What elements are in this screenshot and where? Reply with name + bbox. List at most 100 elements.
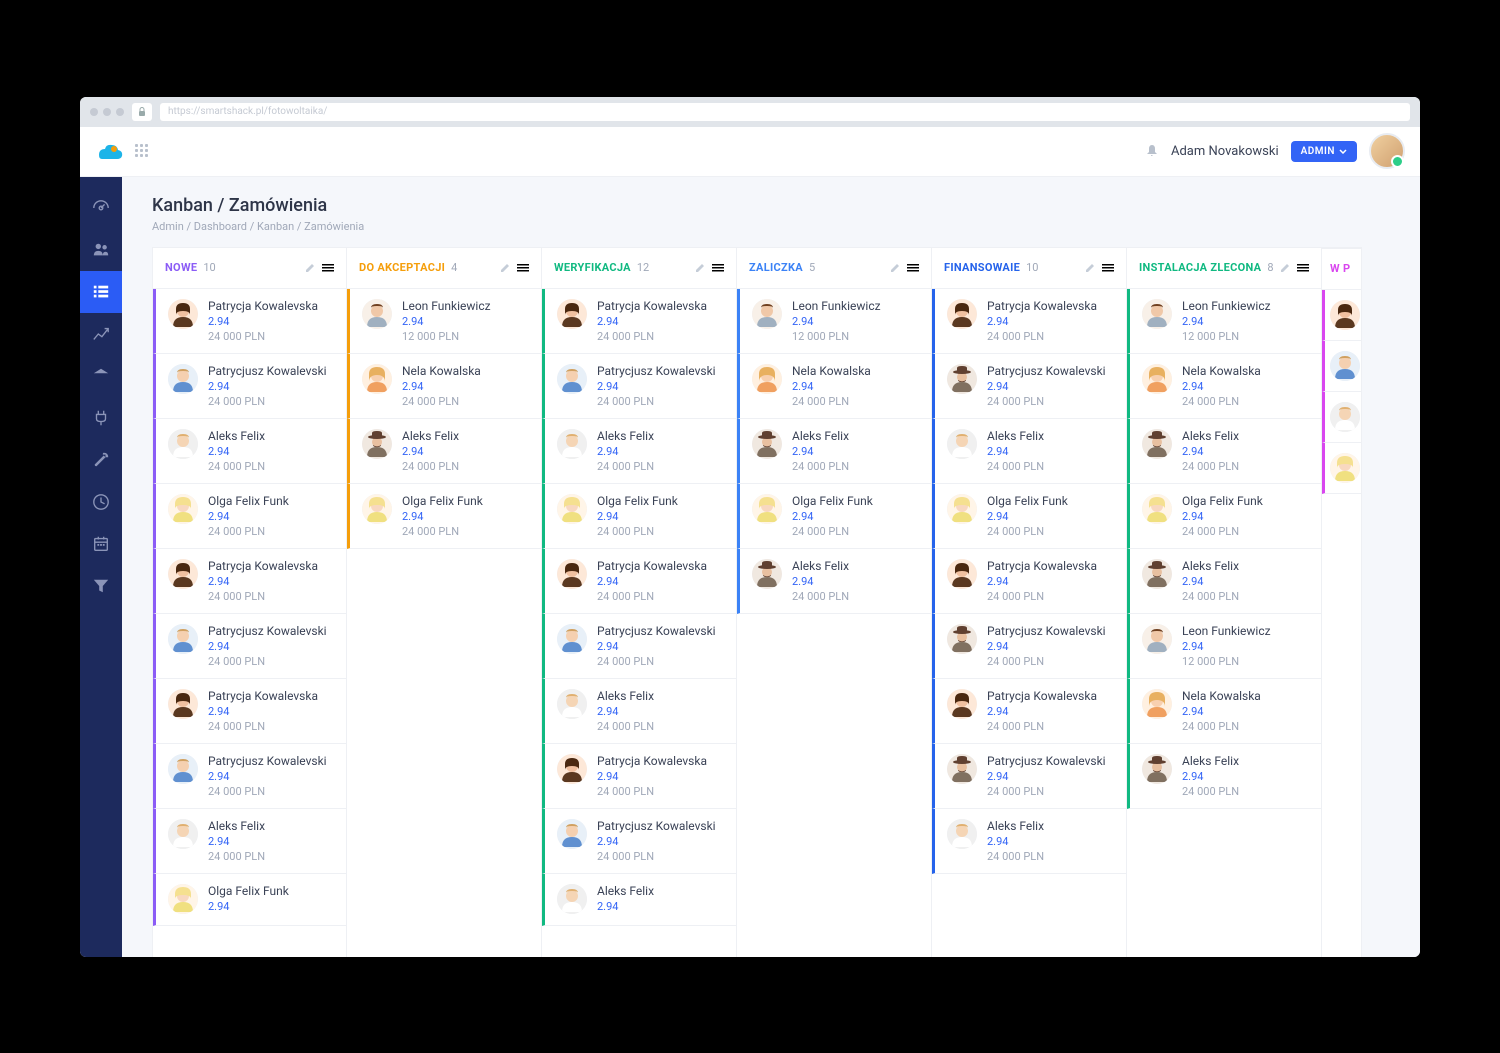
column-cards: Leon Funkiewicz 2.94 12 000 PLN Nela Kow… bbox=[1127, 289, 1321, 957]
kanban-card[interactable]: Patrycjusz Kowalevski 2.94 24 000 PLN bbox=[542, 809, 736, 874]
card-amount: 24 000 PLN bbox=[987, 850, 1114, 863]
kanban-card[interactable]: Olga Felix Funk 2.94 24 000 PLN bbox=[737, 484, 931, 549]
sidebar-item-bank[interactable] bbox=[80, 355, 122, 397]
sidebar-item-filter[interactable] bbox=[80, 565, 122, 607]
card-name: Patrycjusz Kowalevski bbox=[987, 364, 1114, 378]
column-title: WERYFIKACJA bbox=[554, 261, 631, 274]
kanban-card[interactable]: Aleks Felix 2.94 24 000 PLN bbox=[1127, 549, 1321, 614]
card-avatar bbox=[1142, 429, 1172, 459]
kanban-card[interactable]: Patrycjusz Kowalevski 2.94 24 000 PLN bbox=[153, 744, 346, 809]
edit-icon[interactable] bbox=[1084, 262, 1096, 274]
kanban-card[interactable]: Patrycjusz Kowalevski 2.94 24 000 PLN bbox=[153, 614, 346, 679]
kanban-card[interactable]: Olga Felix Funk 2.94 bbox=[153, 874, 346, 926]
kanban-card[interactable]: Patrycjusz Kowalevski 2.94 24 000 PLN bbox=[542, 614, 736, 679]
kanban-card[interactable]: Patrycja Kowalevska 2.94 24 000 PLN bbox=[932, 289, 1126, 354]
breadcrumb-item[interactable]: Admin bbox=[152, 220, 184, 233]
kanban-card[interactable] bbox=[1322, 341, 1361, 392]
card-metric: 2.94 bbox=[597, 705, 724, 718]
card-metric: 2.94 bbox=[987, 835, 1114, 848]
card-avatar bbox=[557, 364, 587, 394]
menu-icon[interactable] bbox=[517, 262, 529, 274]
kanban-card[interactable]: Aleks Felix 2.94 24 000 PLN bbox=[542, 679, 736, 744]
card-amount: 24 000 PLN bbox=[597, 720, 724, 733]
kanban-card[interactable]: Aleks Felix 2.94 24 000 PLN bbox=[737, 549, 931, 614]
menu-icon[interactable] bbox=[907, 262, 919, 274]
card-metric: 2.94 bbox=[208, 380, 334, 393]
bell-icon[interactable] bbox=[1145, 144, 1159, 158]
menu-icon[interactable] bbox=[1297, 262, 1309, 274]
edit-icon[interactable] bbox=[499, 262, 511, 274]
edit-icon[interactable] bbox=[304, 262, 316, 274]
kanban-card[interactable]: Nela Kowalska 2.94 24 000 PLN bbox=[737, 354, 931, 419]
kanban-card[interactable]: Olga Felix Funk 2.94 24 000 PLN bbox=[347, 484, 541, 549]
sidebar-item-plug[interactable] bbox=[80, 397, 122, 439]
menu-icon[interactable] bbox=[712, 262, 724, 274]
kanban-card[interactable]: Patrycja Kowalevska 2.94 24 000 PLN bbox=[153, 289, 346, 354]
sidebar-item-chart[interactable] bbox=[80, 313, 122, 355]
kanban-card[interactable]: Aleks Felix 2.94 24 000 PLN bbox=[737, 419, 931, 484]
kanban-card[interactable]: Patrycja Kowalevska 2.94 24 000 PLN bbox=[153, 679, 346, 744]
kanban-card[interactable]: Aleks Felix 2.94 24 000 PLN bbox=[1127, 419, 1321, 484]
sidebar-item-dashboard[interactable] bbox=[80, 187, 122, 229]
kanban-card[interactable]: Olga Felix Funk 2.94 24 000 PLN bbox=[932, 484, 1126, 549]
kanban-card[interactable]: Patrycja Kowalevska 2.94 24 000 PLN bbox=[153, 549, 346, 614]
kanban-card[interactable]: Patrycja Kowalevska 2.94 24 000 PLN bbox=[542, 289, 736, 354]
kanban-card[interactable]: Patrycja Kowalevska 2.94 24 000 PLN bbox=[542, 744, 736, 809]
kanban-card[interactable]: Aleks Felix 2.94 24 000 PLN bbox=[932, 419, 1126, 484]
kanban-card[interactable] bbox=[1322, 443, 1361, 494]
admin-role-button[interactable]: ADMIN bbox=[1291, 141, 1357, 162]
edit-icon[interactable] bbox=[694, 262, 706, 274]
kanban-card[interactable]: Aleks Felix 2.94 bbox=[542, 874, 736, 926]
kanban-card[interactable]: Patrycja Kowalevska 2.94 24 000 PLN bbox=[542, 549, 736, 614]
kanban-card[interactable] bbox=[1322, 392, 1361, 443]
kanban-card[interactable]: Aleks Felix 2.94 24 000 PLN bbox=[153, 809, 346, 874]
card-name: Nela Kowalska bbox=[792, 364, 919, 378]
sidebar-item-list[interactable] bbox=[80, 271, 122, 313]
kanban-card[interactable]: Patrycjusz Kowalevski 2.94 24 000 PLN bbox=[932, 614, 1126, 679]
app-logo[interactable] bbox=[95, 141, 123, 161]
kanban-card[interactable]: Patrycjusz Kowalevski 2.94 24 000 PLN bbox=[153, 354, 346, 419]
card-avatar bbox=[168, 364, 198, 394]
kanban-card[interactable]: Olga Felix Funk 2.94 24 000 PLN bbox=[1127, 484, 1321, 549]
menu-icon[interactable] bbox=[322, 262, 334, 274]
kanban-card[interactable]: Olga Felix Funk 2.94 24 000 PLN bbox=[542, 484, 736, 549]
kanban-card[interactable]: Leon Funkiewicz 2.94 12 000 PLN bbox=[1127, 614, 1321, 679]
sidebar-item-calendar[interactable] bbox=[80, 523, 122, 565]
kanban-card[interactable]: Patrycjusz Kowalevski 2.94 24 000 PLN bbox=[542, 354, 736, 419]
kanban-card[interactable]: Olga Felix Funk 2.94 24 000 PLN bbox=[153, 484, 346, 549]
kanban-card[interactable]: Aleks Felix 2.94 24 000 PLN bbox=[347, 419, 541, 484]
edit-icon[interactable] bbox=[1279, 262, 1291, 274]
kanban-card[interactable]: Aleks Felix 2.94 24 000 PLN bbox=[153, 419, 346, 484]
kanban-card[interactable]: Aleks Felix 2.94 24 000 PLN bbox=[1127, 744, 1321, 809]
breadcrumb-item[interactable]: Kanban / Zamówienia bbox=[257, 220, 364, 233]
kanban-card[interactable]: Nela Kowalska 2.94 24 000 PLN bbox=[1127, 354, 1321, 419]
kanban-card[interactable]: Leon Funkiewicz 2.94 12 000 PLN bbox=[347, 289, 541, 354]
kanban-column: WERYFIKACJA12 Patrycja Kowalevska 2.94 2… bbox=[542, 247, 737, 957]
card-amount: 24 000 PLN bbox=[792, 395, 919, 408]
apps-grid-icon[interactable] bbox=[135, 144, 149, 158]
sidebar-item-clock[interactable] bbox=[80, 481, 122, 523]
column-title: DO AKCEPTACJI bbox=[359, 261, 445, 274]
menu-icon[interactable] bbox=[1102, 262, 1114, 274]
card-avatar bbox=[557, 559, 587, 589]
sidebar-item-wrench[interactable] bbox=[80, 439, 122, 481]
kanban-card[interactable]: Patrycjusz Kowalevski 2.94 24 000 PLN bbox=[932, 744, 1126, 809]
breadcrumb-item[interactable]: Dashboard bbox=[194, 220, 247, 233]
kanban-card[interactable]: Aleks Felix 2.94 24 000 PLN bbox=[542, 419, 736, 484]
kanban-card[interactable] bbox=[1322, 290, 1361, 341]
kanban-card[interactable]: Nela Kowalska 2.94 24 000 PLN bbox=[347, 354, 541, 419]
card-avatar bbox=[1142, 364, 1172, 394]
kanban-card[interactable]: Patrycja Kowalevska 2.94 24 000 PLN bbox=[932, 679, 1126, 744]
edit-icon[interactable] bbox=[889, 262, 901, 274]
kanban-card[interactable]: Nela Kowalska 2.94 24 000 PLN bbox=[1127, 679, 1321, 744]
kanban-card[interactable]: Patrycjusz Kowalevski 2.94 24 000 PLN bbox=[932, 354, 1126, 419]
column-title: NOWE bbox=[165, 261, 197, 274]
kanban-card[interactable]: Leon Funkiewicz 2.94 12 000 PLN bbox=[1127, 289, 1321, 354]
card-amount: 12 000 PLN bbox=[1182, 655, 1309, 668]
user-avatar[interactable] bbox=[1369, 133, 1405, 169]
url-input[interactable] bbox=[160, 103, 1410, 121]
kanban-card[interactable]: Aleks Felix 2.94 24 000 PLN bbox=[932, 809, 1126, 874]
kanban-card[interactable]: Patrycja Kowalevska 2.94 24 000 PLN bbox=[932, 549, 1126, 614]
sidebar-item-users[interactable] bbox=[80, 229, 122, 271]
kanban-card[interactable]: Leon Funkiewicz 2.94 12 000 PLN bbox=[737, 289, 931, 354]
